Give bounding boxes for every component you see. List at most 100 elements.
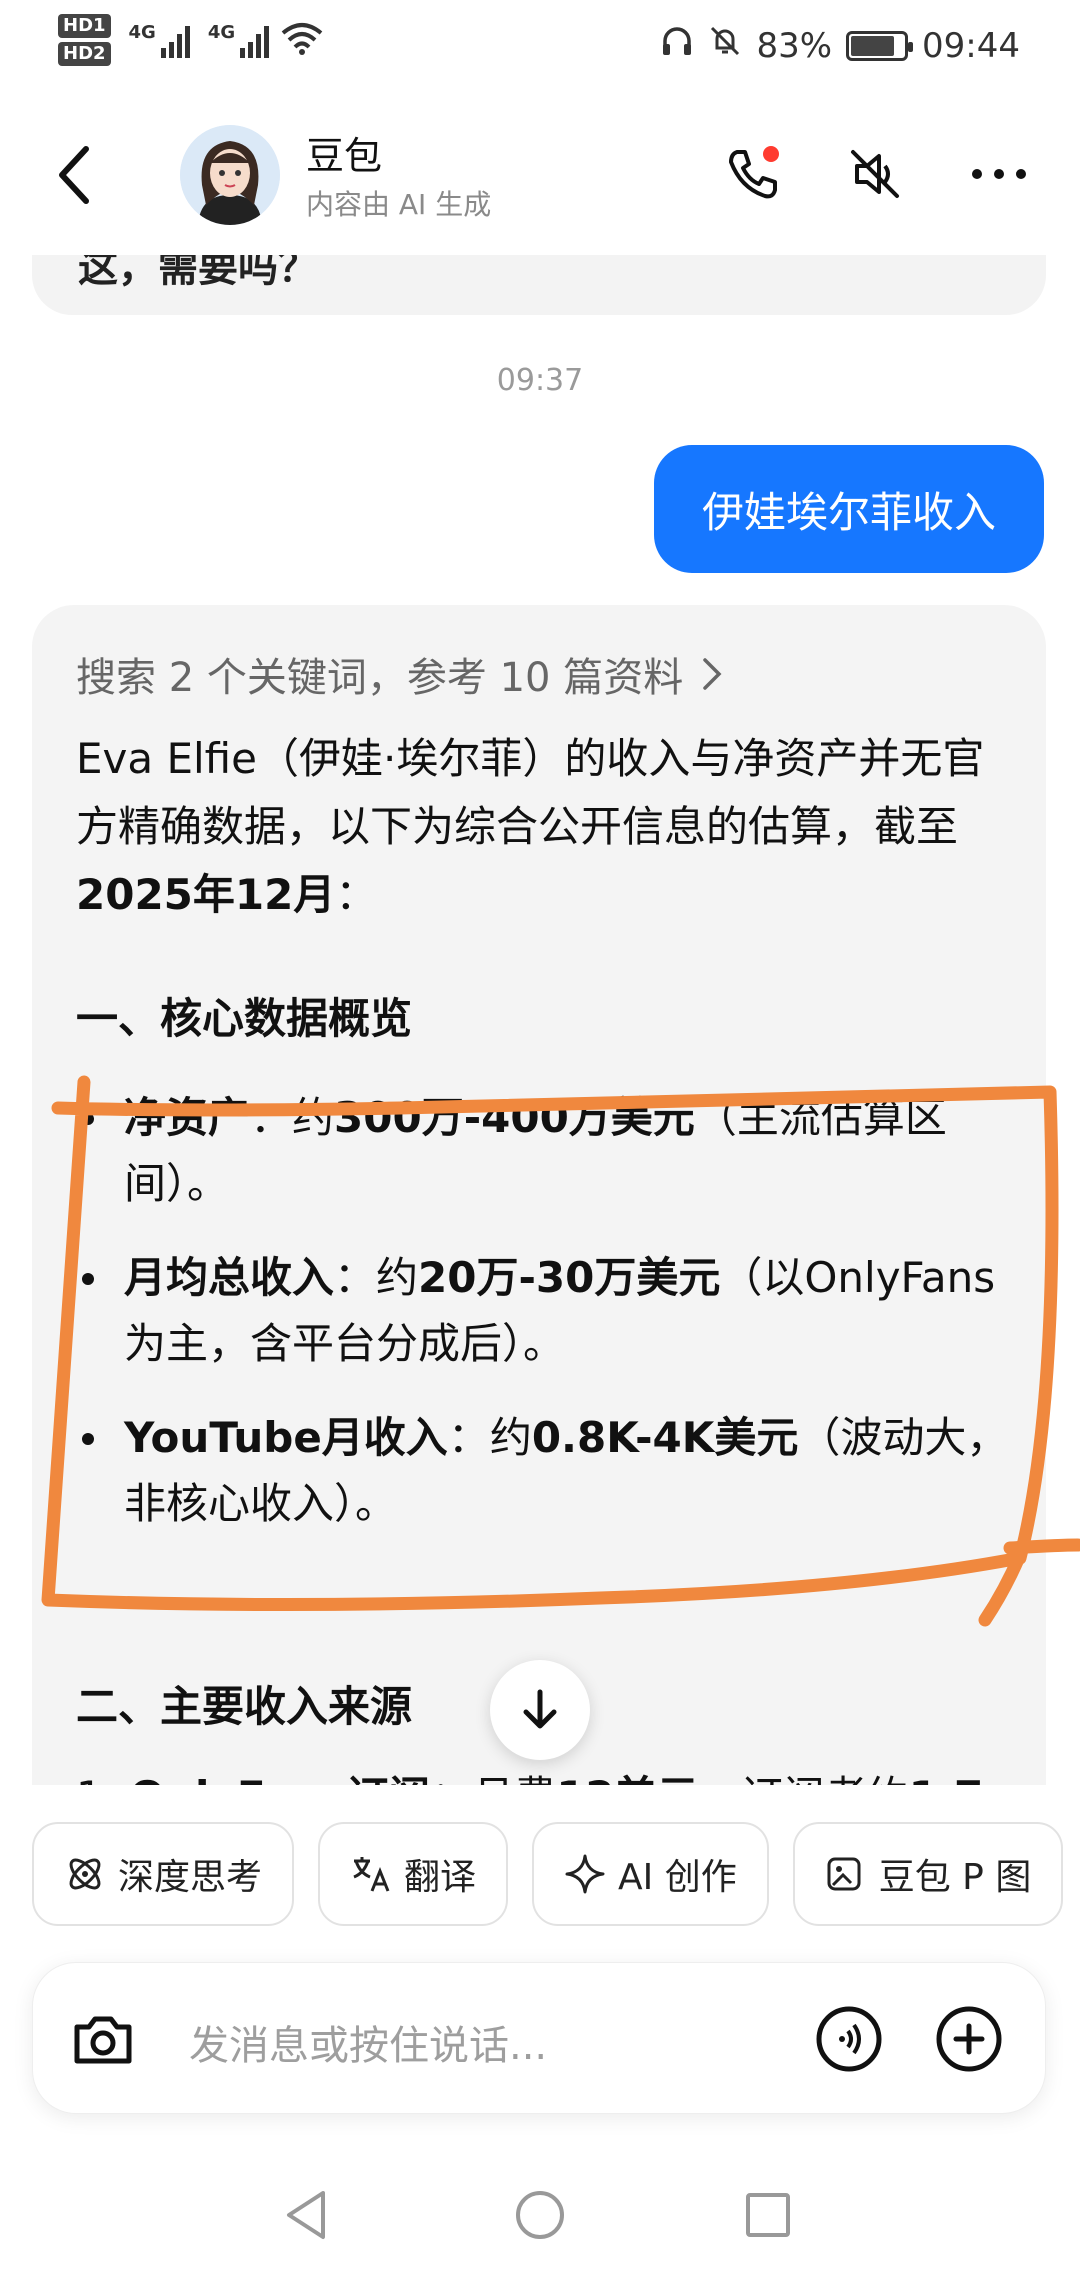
photo-edit-icon [827,1857,861,1891]
more-button[interactable] [964,139,1034,209]
item-label: YouTube月收入 [124,1413,448,1462]
feature-chips: 深度思考 翻译 AI 创作 豆包 P 图 [32,1822,1080,1926]
ai-disclaimer: 内容由 AI 生成 [306,188,492,221]
status-right: 83% 09:44 [660,24,1020,67]
plus-circle-icon [936,2006,1002,2072]
previous-message-tail: 这，需要吗？ [78,255,318,291]
square-recents-icon [746,2193,790,2237]
chip-ai-create[interactable]: AI 创作 [532,1822,769,1926]
doubao-avatar-icon [180,125,280,225]
voice-input-button[interactable] [809,1999,889,2079]
item-value: 20万-30万美元 [418,1253,721,1302]
battery-percent: 83% [756,25,833,66]
system-nav-bar [0,2150,1080,2280]
item-colon: ：约 [447,1413,532,1462]
status-left: HD1 HD2 4G 4G [58,14,323,66]
previous-ai-bubble: 这，需要吗？ [32,255,1046,315]
voice-wave-icon [816,2006,882,2072]
bullet [82,1273,94,1285]
search-summary: 搜索 2 个关键词，参考 10 篇资料 [76,655,684,701]
mute-button[interactable] [840,139,910,209]
add-button[interactable] [929,1999,1009,2079]
chip-label: 豆包 P 图 [878,1857,1032,1898]
intro-colon: ： [335,870,378,919]
chip-label: 深度思考 [118,1857,263,1898]
bullet [82,1433,94,1445]
partial-value: 12美元 [556,1772,698,1785]
item-label: 净资产 [124,1093,251,1142]
partial-text-2: ，订阅者约 [699,1772,909,1785]
chip-label: 翻译 [404,1857,477,1898]
voice-call-button[interactable] [718,139,788,209]
missed-dot [763,146,779,162]
signal-2-icon: 4G [207,22,270,58]
item-colon: ：约 [250,1093,335,1142]
headphones-icon [660,24,694,67]
partial-value-2: 1.7 [909,1772,983,1785]
search-sources-row[interactable]: 搜索 2 个关键词，参考 10 篇资料 [76,645,723,703]
back-button[interactable] [44,137,104,213]
intro-paragraph: Eva Elfie（伊娃·埃尔菲）的收入与净资产并无官方精确数据，以下为综合公开… [76,725,1016,929]
camera-icon [74,2016,132,2064]
screen: HD1 HD2 4G 4G 83% 09:44 豆包 内容由 AI 生成 这，需… [0,0,1080,2280]
network-type-2: 4G [207,22,236,43]
bell-muted-icon [708,24,742,67]
battery-icon [846,30,914,61]
nav-home-button[interactable] [505,2180,575,2250]
circle-home-icon [516,2191,564,2239]
partial-num: 1. [76,1772,129,1785]
chip-deep-think[interactable]: 深度思考 [32,1822,295,1926]
avatar[interactable] [180,125,280,225]
more-dots-icon [972,169,1026,179]
chip-translate[interactable]: 翻译 [318,1822,509,1926]
camera-button[interactable] [63,1999,143,2079]
translate-icon [353,1857,390,1892]
nav-recents-button[interactable] [733,2180,803,2250]
battery-level [851,35,895,56]
intro-text: Eva Elfie（伊娃·埃尔菲）的收入与净资产并无官方精确数据，以下为综合公开… [76,734,985,851]
nav-back-button[interactable] [272,2180,342,2250]
chevron-right-icon [703,658,722,690]
chip-photo-edit[interactable]: 豆包 P 图 [792,1822,1064,1926]
hd1-badge: HD1 [58,14,111,38]
chat-header: 豆包 内容由 AI 生成 [0,95,1080,255]
hd2-badge: HD2 [58,42,111,66]
user-message-bubble[interactable]: 伊娃埃尔菲收入 [653,445,1044,573]
item-colon: ：约 [334,1253,419,1302]
intro-date: 2025年12月 [76,870,336,919]
chat-scroll[interactable]: 这，需要吗？ 09:37 伊娃埃尔菲收入 搜索 2 个关键词，参考 10 篇资料… [0,255,1080,1785]
ai-response-bubble: 搜索 2 个关键词，参考 10 篇资料 Eva Elfie（伊娃·埃尔菲）的收入… [32,605,1046,1785]
arrow-down-icon [523,1689,557,1729]
scroll-to-bottom-button[interactable] [490,1660,590,1760]
hd-badges: HD1 HD2 [58,14,111,66]
core-data-list: 净资产：约300万-400万美元（主流估算区间）。 月均总收入：约20万-30万… [76,1085,1026,1565]
section-heading-1: 一、核心数据概览 [76,994,413,1043]
atom-icon [69,1858,101,1890]
chevron-left-icon [59,146,89,204]
item-label: 月均总收入 [124,1253,335,1302]
status-bar: HD1 HD2 4G 4G 83% 09:44 [0,0,1080,95]
phone-icon [729,146,779,199]
signal-1-icon: 4G [129,22,190,58]
chip-label: AI 创作 [618,1857,737,1898]
list-item: 月均总收入：约20万-30万美元（以OnlyFans为主，含平台分成后）。 [76,1245,1026,1377]
partial-label: OnlyFans订阅 [129,1772,430,1785]
message-timestamp: 09:37 [496,363,584,398]
chat-title: 豆包 [306,134,383,178]
list-item: 净资产：约300万-400万美元（主流估算区间）。 [76,1085,1026,1217]
message-input-bar: 发消息或按住说话... [32,1962,1046,2114]
item-value: 300万-400万美元 [334,1093,695,1142]
bullet [82,1113,94,1125]
section-heading-2: 二、主要收入来源 [76,1682,413,1731]
partial-text: ：月费 [430,1772,556,1785]
partial-list-item: 1. OnlyFans订阅：月费12美元，订阅者约1.7 [76,1763,983,1785]
list-item: YouTube月收入：约0.8K-4K美元（波动大，非核心收入）。 [76,1405,1026,1537]
item-value: 0.8K-4K美元 [531,1413,799,1462]
clock: 09:44 [922,25,1020,66]
message-input[interactable]: 发消息或按住说话... [189,2013,547,2071]
network-type-1: 4G [128,22,156,43]
speaker-muted-icon [851,150,899,198]
triangle-back-icon [287,2191,325,2239]
wifi-icon [281,21,323,59]
sparkle-icon [565,1854,605,1894]
